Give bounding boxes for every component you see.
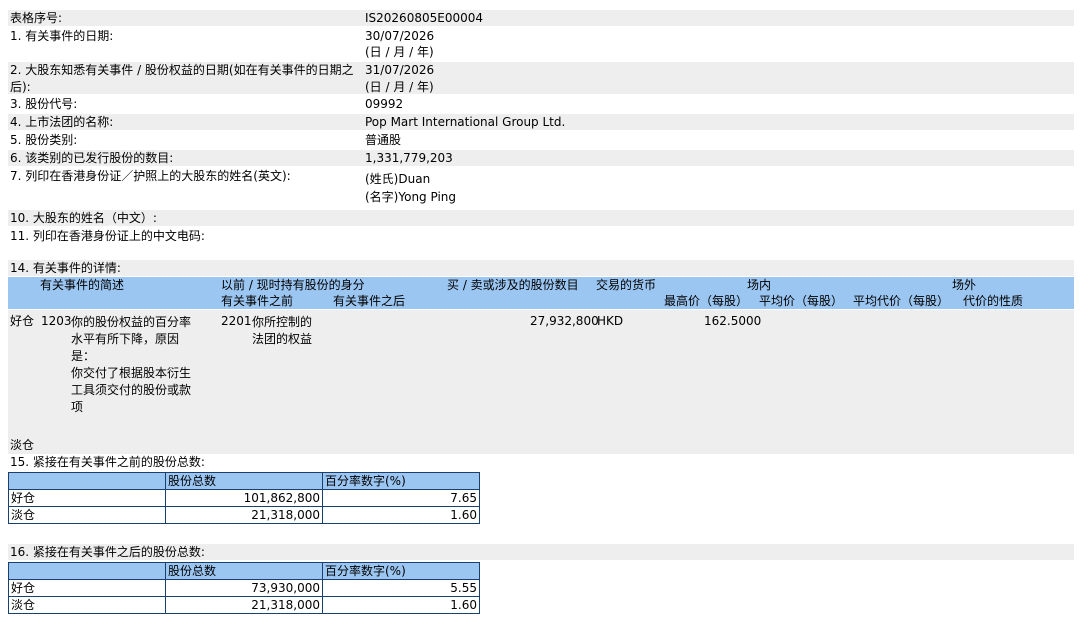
event-desc-line: 工具须交付的股份或款 <box>71 383 192 397</box>
header-off-exchange: 场外 <box>952 278 977 292</box>
capacity-line: 法团的权益 <box>252 332 313 346</box>
aware-date-value: 31/07/2026 <box>365 63 435 77</box>
disclosure-form-page: 表格序号: IS20260805E00004 1. 有关事件的日期: 30/07… <box>0 0 1080 623</box>
shares-involved-value: 27,932,800 <box>530 314 599 328</box>
chinese-code-label: 11. 列印在香港身份证上的中文电码: <box>10 229 205 243</box>
col-header-percent: 百分率数字(%) <box>322 472 480 490</box>
event-desc-line: 你的股份权益的百分率 <box>71 315 192 329</box>
table-row: 淡仓 21,318,000 1.60 <box>8 596 480 614</box>
header-capacity: 以前 / 现时持有股份的身分 <box>221 278 365 292</box>
col-header-shares: 股份总数 <box>165 562 323 580</box>
shares-cell: 73,930,000 <box>165 579 323 597</box>
header-nature: 代价的性质 <box>963 294 1024 308</box>
surname-value: (姓氏)Duan <box>365 172 431 186</box>
header-currency: 交易的货币 <box>596 278 657 292</box>
shares-cell: 101,862,800 <box>165 489 323 507</box>
shares-cell: 21,318,000 <box>165 506 323 524</box>
issued-shares-value: 1,331,779,203 <box>365 151 453 165</box>
section16-title: 16. 紧接在有关事件之后的股份总数: <box>10 545 205 559</box>
table-corner-cell <box>8 472 166 490</box>
chinese-name-label: 10. 大股东的姓名（中文）: <box>10 211 157 225</box>
capacity-description: 你所控制的 法团的权益 <box>252 314 312 348</box>
col-header-percent: 百分率数字(%) <box>322 562 480 580</box>
event-desc-line: 你交付了根据股本衍生 <box>71 366 192 380</box>
col-header-shares: 股份总数 <box>165 472 323 490</box>
shares-before-table: 股份总数 百分率数字(%) 好仓 101,862,800 7.65 淡仓 21,… <box>8 472 480 524</box>
serial-value: IS20260805E00004 <box>365 11 483 25</box>
table-row: 好仓 73,930,000 5.55 <box>8 579 480 597</box>
header-shares-involved: 买 / 卖或涉及的股份数目 <box>447 278 579 292</box>
header-after: 有关事件之后 <box>333 294 406 308</box>
share-class-label: 5. 股份类别: <box>10 133 78 147</box>
event-date-hint: (日 / 月 / 年) <box>365 45 434 59</box>
stock-code-label: 3. 股份代号: <box>10 97 78 111</box>
table-row: 好仓 101,862,800 7.65 <box>8 489 480 507</box>
header-high-price: 最高价（每股） <box>664 294 749 308</box>
table-header-row: 股份总数 百分率数字(%) <box>8 562 480 580</box>
row-label: 淡仓 <box>8 506 166 524</box>
company-name-label: 4. 上市法团的名称: <box>10 115 114 129</box>
long-position-label: 好仓 <box>10 314 35 328</box>
row-band <box>8 260 1074 276</box>
percent-cell: 5.55 <box>322 579 480 597</box>
capacity-code: 2201 <box>221 314 252 328</box>
header-event-desc: 有关事件的简述 <box>40 278 125 292</box>
table-row: 淡仓 21,318,000 1.60 <box>8 506 480 524</box>
table-corner-cell <box>8 562 166 580</box>
high-price-value: 162.5000 <box>704 314 762 328</box>
event-date-label: 1. 有关事件的日期: <box>10 29 114 43</box>
row-band <box>8 10 1074 26</box>
header-before: 有关事件之前 <box>221 294 294 308</box>
section14-title: 14. 有关事件的详情: <box>10 261 121 275</box>
short-position-label: 淡仓 <box>10 438 35 452</box>
row-label: 好仓 <box>8 579 166 597</box>
event-description: 你的股份权益的百分率 水平有所下降，原因 是： 你交付了根据股本衍生 工具须交付… <box>71 314 191 416</box>
row-band <box>8 210 1074 226</box>
section15-title: 15. 紧接在有关事件之前的股份总数: <box>10 455 205 469</box>
issued-shares-label: 6. 该类别的已发行股份的数目: <box>10 151 174 165</box>
aware-date-label-cont: 后): <box>10 80 31 94</box>
currency-value: HKD <box>597 314 624 328</box>
table-header-row: 股份总数 百分率数字(%) <box>8 472 480 490</box>
header-avg-price: 平均价（每股） <box>759 294 844 308</box>
percent-cell: 1.60 <box>322 506 480 524</box>
row-label: 好仓 <box>8 489 166 507</box>
capacity-line: 你所控制的 <box>252 315 313 329</box>
percent-cell: 7.65 <box>322 489 480 507</box>
aware-date-label: 2. 大股东知悉有关事件 / 股份权益的日期(如在有关事件的日期之 <box>10 63 354 77</box>
event-date-value: 30/07/2026 <box>365 29 435 43</box>
event-desc-line: 水平有所下降，原因 <box>71 332 180 346</box>
stock-code-value: 09992 <box>365 97 404 111</box>
shares-after-table: 股份总数 百分率数字(%) 好仓 73,930,000 5.55 淡仓 21,3… <box>8 562 480 614</box>
event-desc-line: 是： <box>71 349 96 363</box>
row-label: 淡仓 <box>8 596 166 614</box>
header-on-exchange: 场内 <box>747 278 772 292</box>
header-avg-consideration: 平均代价（每股） <box>853 294 950 308</box>
serial-label: 表格序号: <box>10 11 63 25</box>
percent-cell: 1.60 <box>322 596 480 614</box>
event-code: 1203 <box>41 314 72 328</box>
english-name-label: 7. 列印在香港身份证／护照上的大股东的姓名(英文): <box>10 169 291 183</box>
event-desc-line: 项 <box>71 400 84 414</box>
share-class-value: 普通股 <box>365 133 402 147</box>
company-name-value: Pop Mart International Group Ltd. <box>365 115 566 129</box>
given-name-value: (名字)Yong Ping <box>365 190 457 204</box>
aware-date-hint: (日 / 月 / 年) <box>365 80 434 94</box>
shares-cell: 21,318,000 <box>165 596 323 614</box>
